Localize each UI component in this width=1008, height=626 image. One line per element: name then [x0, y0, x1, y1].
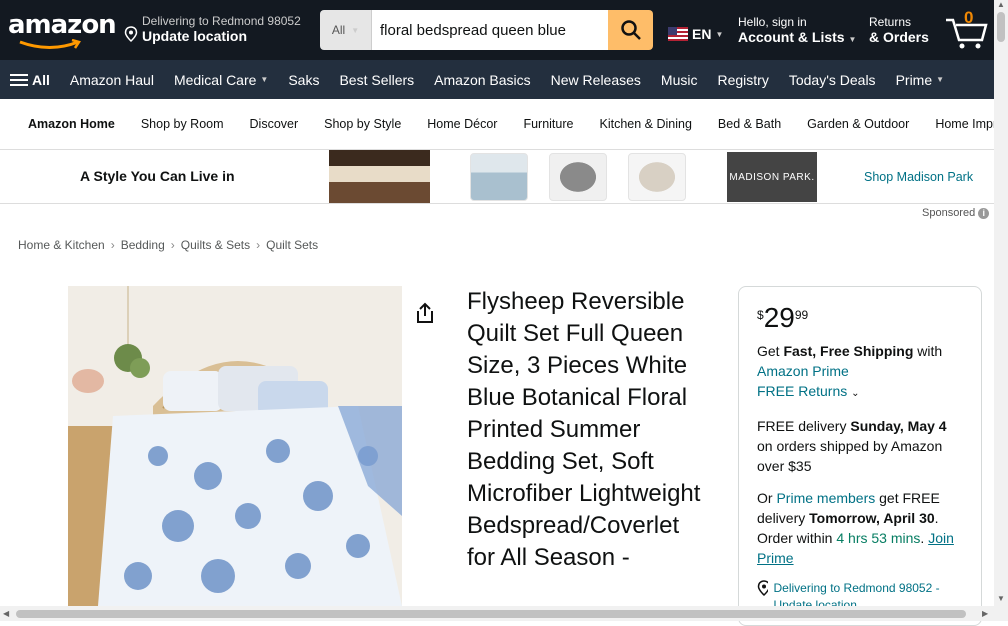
prime-members-link[interactable]: Prime members: [776, 490, 875, 506]
info-icon: i: [978, 207, 990, 219]
subnav-home-decor[interactable]: Home Décor: [414, 117, 510, 131]
nav-new-releases[interactable]: New Releases: [541, 72, 651, 88]
shop-brand-link[interactable]: Shop Madison Park: [864, 170, 973, 184]
share-icon: [417, 302, 433, 323]
breadcrumb-separator: ›: [110, 238, 115, 252]
subnav-bed-bath[interactable]: Bed & Bath: [705, 117, 794, 131]
nav-registry[interactable]: Registry: [707, 72, 778, 88]
breadcrumb-separator: ›: [170, 238, 175, 252]
subnav-discover[interactable]: Discover: [237, 117, 312, 131]
banner-thumb-blanket[interactable]: [549, 153, 607, 201]
breadcrumb-quilts-sets[interactable]: Quilts & Sets: [181, 238, 250, 252]
subnav-home-improvement[interactable]: Home Improve: [922, 117, 994, 131]
chevron-down-icon: ⌄: [851, 388, 860, 399]
nav-todays-deals[interactable]: Today's Deals: [779, 72, 886, 88]
horizontal-scroll-thumb[interactable]: [16, 610, 966, 618]
hamburger-icon: [10, 73, 28, 86]
returns-orders[interactable]: Returns & Orders: [869, 15, 929, 45]
product-title: Flysheep Reversible Quilt Set Full Queen…: [467, 288, 701, 571]
delivery-location[interactable]: Delivering to Redmond 98052 Update locat…: [124, 14, 314, 44]
subnav-garden-outdoor[interactable]: Garden & Outdoor: [794, 117, 922, 131]
product-image[interactable]: [68, 286, 402, 606]
brand-logo[interactable]: MADISON PARK.: [727, 152, 817, 202]
search-input[interactable]: [372, 10, 608, 50]
chevron-down-icon: ▼: [260, 75, 269, 84]
subnav-shop-by-room[interactable]: Shop by Room: [128, 117, 237, 131]
account-menu[interactable]: Hello, sign in Account & Lists ▼: [738, 15, 856, 45]
scroll-up-arrow[interactable]: ▲: [997, 0, 1005, 9]
banner-thumb-quilt[interactable]: [470, 153, 528, 201]
breadcrumb: Home & Kitchen › Bedding › Quilts & Sets…: [18, 238, 318, 252]
nav-prime[interactable]: Prime ▼: [886, 72, 954, 88]
sponsored-banner[interactable]: A Style You Can Live in MADISON PARK. Sh…: [0, 150, 994, 204]
nav-music[interactable]: Music: [651, 72, 708, 88]
chevron-down-icon: ▼: [351, 25, 360, 35]
category-subnav: Amazon Home Shop by Room Discover Shop b…: [0, 99, 994, 150]
vertical-scrollbar[interactable]: ▲ ▼: [994, 0, 1008, 621]
search-button[interactable]: [608, 10, 653, 50]
location-pin-icon: [124, 26, 138, 42]
main-nav: All Amazon Haul Medical Care ▼ Saks Best …: [0, 60, 994, 99]
subnav-shop-by-style[interactable]: Shop by Style: [311, 117, 414, 131]
all-menu-button[interactable]: All: [0, 72, 60, 88]
location-pin-icon: [757, 580, 768, 596]
top-header: amazon Delivering to Redmond 98052 Updat…: [0, 0, 994, 60]
chevron-down-icon: ▼: [848, 35, 857, 44]
delivery-info: FREE delivery Sunday, May 4 on orders sh…: [757, 418, 947, 474]
price: $ 29 99: [757, 302, 809, 333]
search-category-dropdown[interactable]: All ▼: [320, 10, 372, 50]
nav-medical-care[interactable]: Medical Care ▼: [164, 72, 278, 88]
order-countdown: 4 hrs 53 mins: [836, 530, 921, 546]
breadcrumb-separator: ›: [256, 238, 261, 252]
product-photo: [68, 286, 402, 606]
chevron-down-icon: ▼: [936, 75, 945, 84]
scroll-down-arrow[interactable]: ▼: [997, 594, 1005, 603]
subnav-furniture[interactable]: Furniture: [510, 117, 586, 131]
amazon-logo[interactable]: amazon: [8, 10, 117, 52]
search-bar: All ▼: [320, 10, 653, 50]
scroll-right-arrow[interactable]: ▶: [982, 609, 988, 618]
cart-count: 0: [964, 8, 974, 27]
subnav-amazon-home[interactable]: Amazon Home: [0, 117, 128, 131]
banner-tagline: A Style You Can Live in: [80, 168, 235, 184]
buy-box: $ 29 99 Get Fast, Free Shipping with Ama…: [738, 286, 982, 626]
horizontal-scrollbar[interactable]: ◀ ▶: [0, 606, 994, 621]
nav-amazon-basics[interactable]: Amazon Basics: [424, 72, 540, 88]
breadcrumb-home-kitchen[interactable]: Home & Kitchen: [18, 238, 105, 252]
breadcrumb-quilt-sets[interactable]: Quilt Sets: [266, 238, 318, 252]
nav-amazon-haul[interactable]: Amazon Haul: [60, 72, 164, 88]
free-returns-link[interactable]: FREE Returns ⌄: [757, 383, 860, 399]
prime-delivery-info: Or Prime members get FREE delivery Tomor…: [757, 490, 954, 566]
amazon-prime-link[interactable]: Amazon Prime: [757, 363, 849, 379]
account-lists-label: Account & Lists: [738, 29, 845, 45]
share-button[interactable]: [415, 302, 435, 329]
scroll-left-arrow[interactable]: ◀: [3, 609, 9, 618]
search-icon: [620, 20, 641, 40]
us-flag-icon: [668, 27, 688, 41]
banner-thumb-comforter[interactable]: [628, 153, 686, 201]
vertical-scroll-thumb[interactable]: [997, 12, 1005, 42]
smile-arrow-icon: [19, 39, 81, 49]
nav-best-sellers[interactable]: Best Sellers: [329, 72, 424, 88]
nav-saks[interactable]: Saks: [278, 72, 329, 88]
language-selector[interactable]: EN ▼: [668, 26, 723, 42]
cart-button[interactable]: 0: [944, 8, 992, 50]
breadcrumb-bedding[interactable]: Bedding: [121, 238, 165, 252]
shipping-info: Get Fast, Free Shipping with Amazon Prim…: [757, 343, 943, 399]
subnav-kitchen-dining[interactable]: Kitchen & Dining: [586, 117, 704, 131]
banner-bedroom-image[interactable]: [329, 150, 430, 203]
chevron-down-icon: ▼: [715, 29, 724, 39]
sponsored-label[interactable]: Sponsored i: [922, 207, 990, 219]
